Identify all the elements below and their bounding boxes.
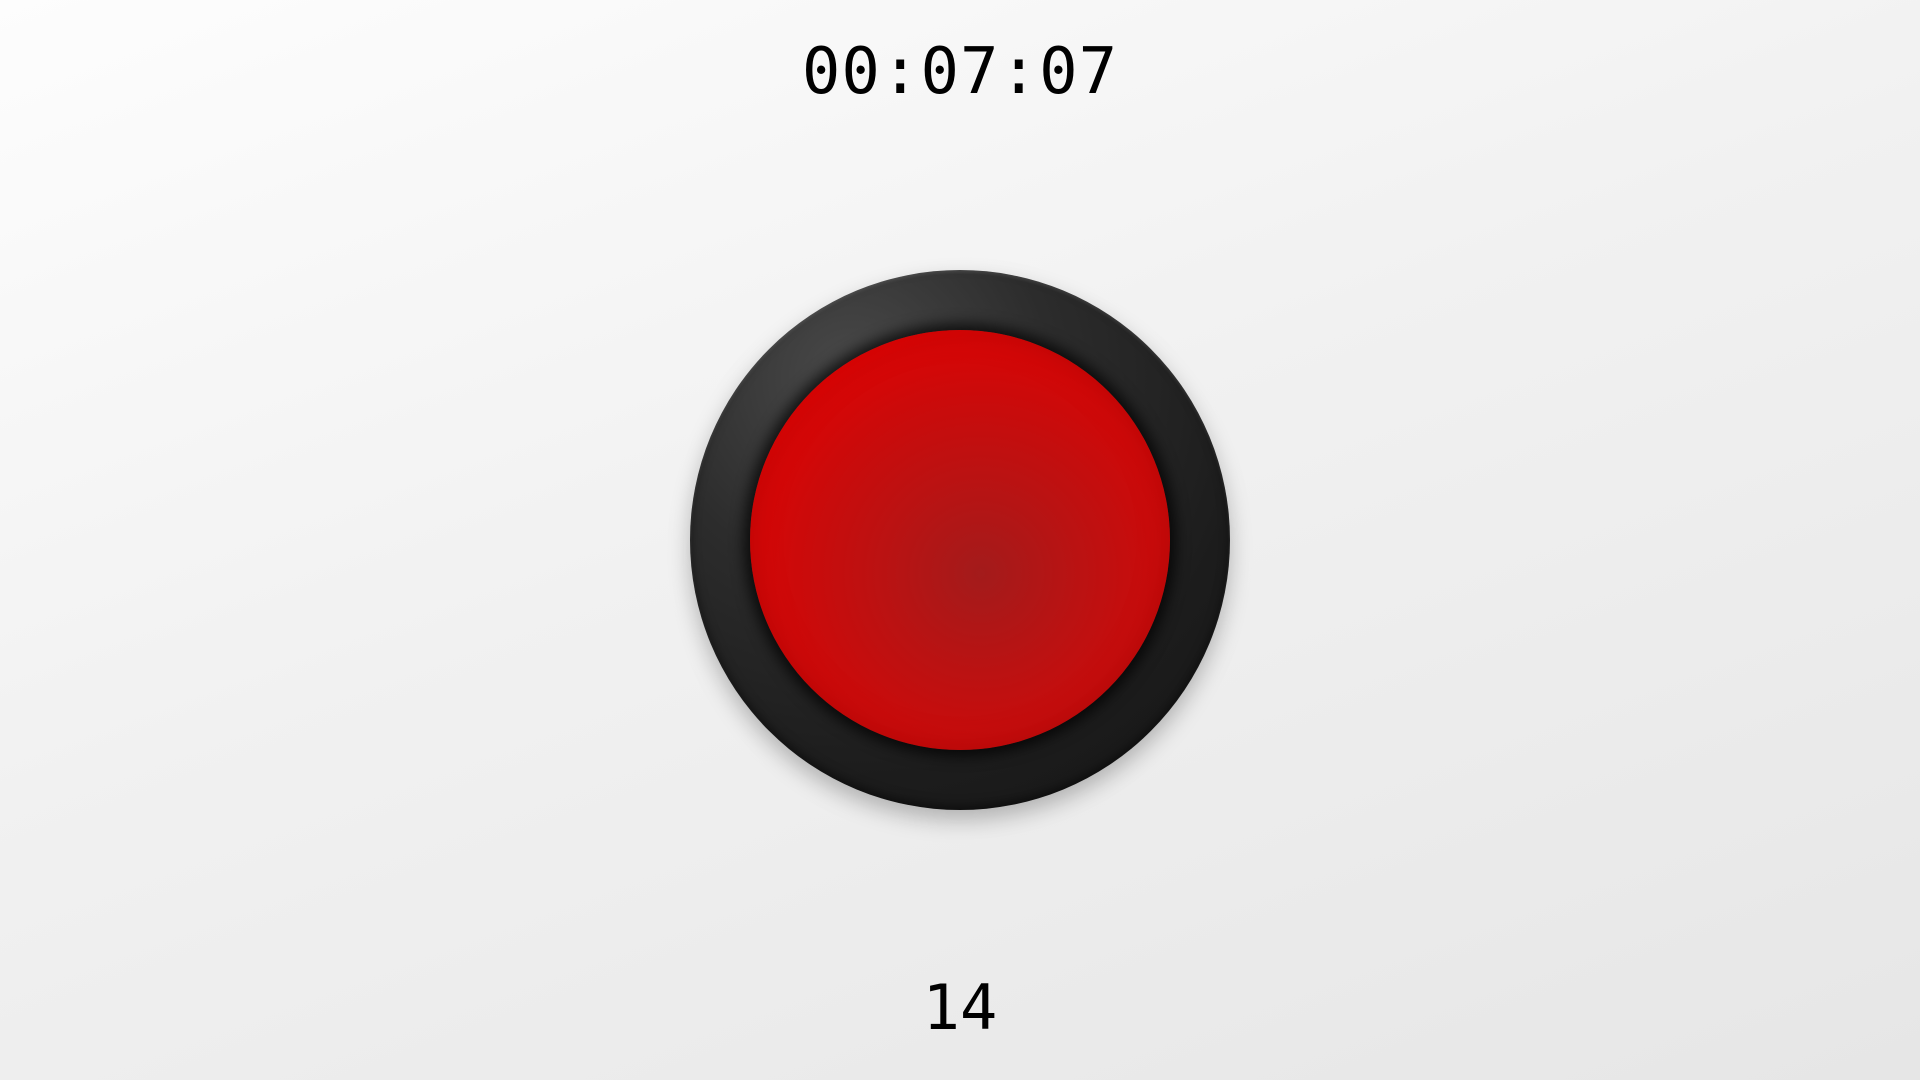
- big-red-button[interactable]: [690, 270, 1230, 810]
- elapsed-timer: 00:07:07: [801, 35, 1119, 109]
- button-cap[interactable]: [750, 330, 1170, 750]
- press-counter: 14: [922, 971, 998, 1044]
